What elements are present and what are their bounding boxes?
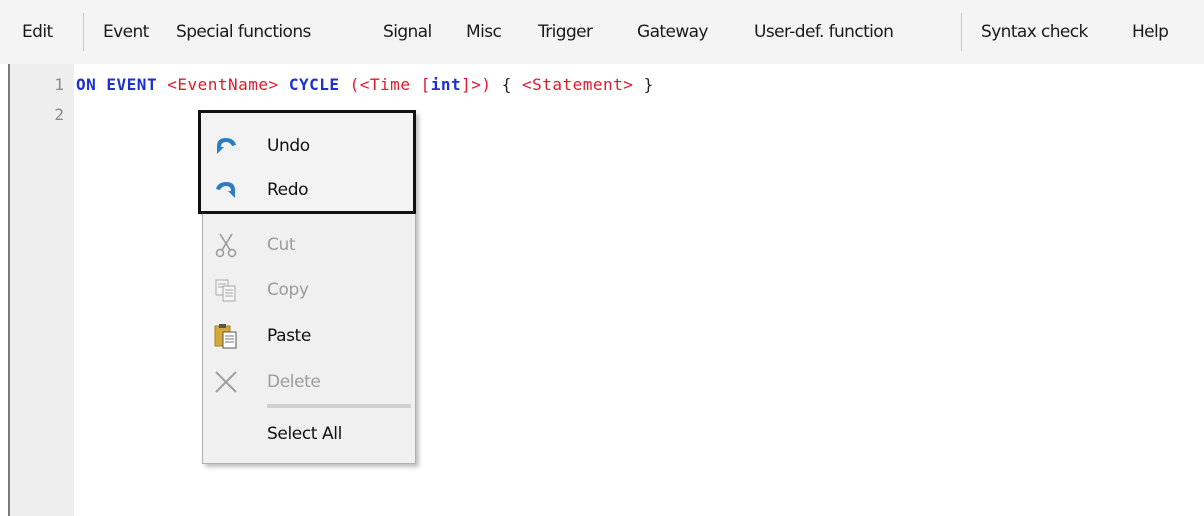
menu-item-copy[interactable]: Copy <box>203 272 415 308</box>
line-number-gutter <box>10 64 74 516</box>
redo-icon <box>212 176 240 204</box>
brace-close: } <box>643 75 654 94</box>
menu-item-label: Cut <box>267 235 296 255</box>
line-number: 1 <box>54 75 64 94</box>
code-editor[interactable]: 1 2 ON EVENT <EventName> CYCLE (<Time [i… <box>0 64 1204 516</box>
line-number: 2 <box>54 105 64 124</box>
paste-icon <box>212 322 240 350</box>
menu-user-def-function[interactable]: User-def. function <box>754 22 894 42</box>
menu-edit[interactable]: Edit <box>22 22 53 42</box>
menu-item-label: Redo <box>267 180 309 200</box>
menu-item-redo[interactable]: Redo <box>203 172 415 208</box>
menu-misc[interactable]: Misc <box>466 22 502 42</box>
menu-syntax-check[interactable]: Syntax check <box>981 22 1088 42</box>
delete-icon <box>212 368 240 396</box>
menu-item-paste[interactable]: Paste <box>203 318 415 354</box>
open-paren: ( <box>349 75 360 94</box>
brace-open: { <box>501 75 512 94</box>
menu-trigger[interactable]: Trigger <box>538 22 593 42</box>
menu-divider <box>267 404 411 408</box>
menu-special-functions[interactable]: Special functions <box>176 22 311 42</box>
menu-item-label: Paste <box>267 326 311 346</box>
undo-icon <box>212 132 240 160</box>
menu-item-label: Delete <box>267 372 321 392</box>
menu-item-cut[interactable]: Cut <box>203 227 415 263</box>
menu-help[interactable]: Help <box>1132 22 1169 42</box>
menu-separator <box>83 13 84 51</box>
menu-signal[interactable]: Signal <box>383 22 432 42</box>
keyword-on: ON <box>76 75 97 94</box>
placeholder-statement: <Statement> <box>521 75 634 94</box>
placeholder-event-name: <EventName> <box>167 75 279 94</box>
keyword-cycle: CYCLE <box>288 75 340 94</box>
code-line-1[interactable]: ON EVENT <EventName> CYCLE (<Time [int]>… <box>76 75 654 95</box>
menu-gateway[interactable]: Gateway <box>637 22 709 42</box>
keyword-int: int <box>430 75 462 94</box>
bracket-close: ]> <box>461 75 482 94</box>
bracket-open: [ <box>420 75 431 94</box>
copy-icon <box>212 276 240 304</box>
menu-item-delete[interactable]: Delete <box>203 364 415 400</box>
close-paren: ) <box>481 75 492 94</box>
placeholder-time: <Time <box>359 75 411 94</box>
menu-bar: Edit Event Special functions Signal Misc… <box>0 0 1204 64</box>
keyword-event: EVENT <box>106 75 158 94</box>
menu-item-label: Select All <box>267 424 342 444</box>
menu-separator <box>961 13 962 51</box>
menu-item-label: Copy <box>267 280 309 300</box>
menu-item-undo[interactable]: Undo <box>203 128 415 164</box>
context-menu: Undo Redo Cut Copy Paste Delete Select A… <box>198 110 416 464</box>
menu-item-label: Undo <box>267 136 310 156</box>
scissors-icon <box>212 231 240 259</box>
menu-event[interactable]: Event <box>103 22 149 42</box>
menu-item-select-all[interactable]: Select All <box>203 416 415 452</box>
